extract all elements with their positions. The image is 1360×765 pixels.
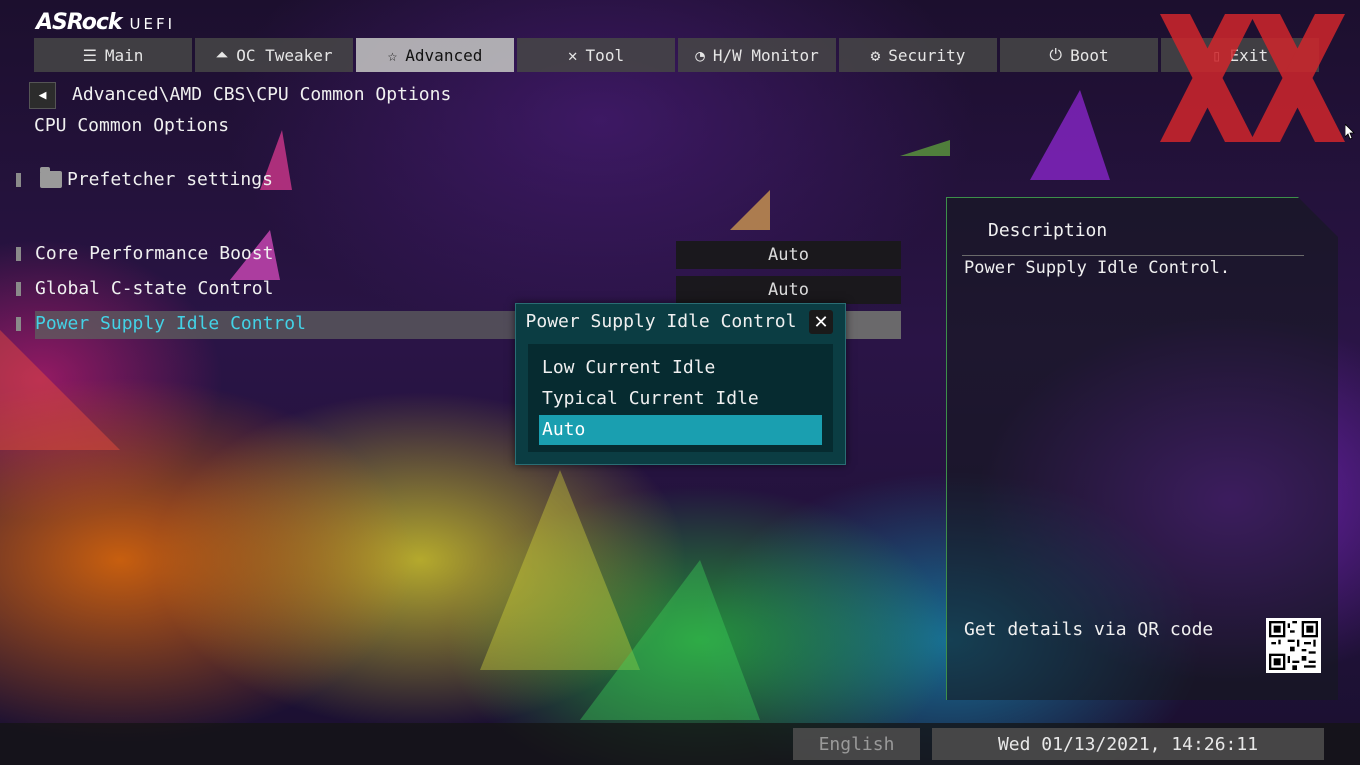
close-button[interactable]: ✕ [809,310,833,334]
logo-product: UEFI [129,15,176,33]
monitor-gauge-icon: ◔ [695,45,705,65]
tab-main[interactable]: ☰ Main [34,38,192,72]
main-tab-bar: ☰ Main ⏶ OC Tweaker ☆ Advanced ✕ Tool ◔ … [34,38,1319,72]
divider [962,255,1304,256]
background-shard [900,140,950,156]
tab-oc-tweaker[interactable]: ⏶ OC Tweaker [195,38,353,72]
tab-label: Tool [585,45,625,65]
option-global-cstate-value[interactable]: Auto [676,276,901,304]
language-selector[interactable]: English [793,728,920,760]
menu-item-prefetcher-settings[interactable]: Prefetcher settings [67,169,273,190]
tab-advanced[interactable]: ☆ Advanced [356,38,514,72]
background-shard [730,190,770,230]
tab-label: H/W Monitor [712,45,819,65]
tab-security[interactable]: ⚙ Security [839,38,997,72]
datetime-display: Wed 01/13/2021, 14:26:11 [932,728,1324,760]
power-icon: ⏻ [1049,45,1063,64]
back-button[interactable]: ◀ [29,82,56,109]
rocket-icon: ⏶ [215,45,229,64]
item-marker [16,317,21,331]
background-shard [1030,90,1110,180]
asrock-uefi-logo: ASRock UEFI [36,10,175,35]
qr-label: Get details via QR code [964,619,1214,640]
xx-watermark [1160,14,1345,142]
tab-label: Boot [1070,45,1109,65]
background-shard [580,560,760,720]
dialog-title: Power Supply Idle Control [525,311,797,332]
option-core-performance-boost-label[interactable]: Core Performance Boost [35,243,273,264]
tab-label: Main [104,45,144,65]
item-marker [16,173,21,187]
option-select-dialog: Power Supply Idle Control ✕ Low Current … [515,303,846,465]
tab-label: Security [888,45,966,65]
tab-tool[interactable]: ✕ Tool [517,38,675,72]
page-title: CPU Common Options [34,115,230,136]
option-list: Low Current Idle Typical Current Idle Au… [528,344,833,452]
folder-icon [40,167,62,188]
tab-hw-monitor[interactable]: ◔ H/W Monitor [678,38,836,72]
option-auto[interactable]: Auto [539,415,822,445]
back-arrow-icon: ◀ [38,88,47,103]
star-icon: ☆ [387,45,398,65]
qr-code-icon [1266,618,1321,673]
close-icon: ✕ [813,311,829,333]
option-power-supply-idle-control-label: Power Supply Idle Control [35,313,306,334]
mouse-pointer-icon [1345,124,1355,140]
tab-label: Advanced [405,45,483,65]
tools-icon: ✕ [567,45,578,65]
description-text: Power Supply Idle Control. [964,258,1231,278]
option-core-performance-boost-value[interactable]: Auto [676,241,901,269]
option-global-cstate-label[interactable]: Global C-state Control [35,278,273,299]
tab-boot[interactable]: ⏻ Boot [1000,38,1158,72]
breadcrumb: Advanced\AMD CBS\CPU Common Options [72,84,452,105]
logo-brand: ASRock [36,10,123,35]
option-low-current-idle[interactable]: Low Current Idle [539,353,822,383]
item-marker [16,247,21,261]
shield-gear-icon: ⚙ [870,45,881,65]
tab-label: OC Tweaker [236,45,333,65]
option-typical-current-idle[interactable]: Typical Current Idle [539,384,822,414]
description-title: Description [988,220,1108,241]
background-shard [0,330,120,450]
item-marker [16,282,21,296]
list-icon: ☰ [82,45,97,65]
